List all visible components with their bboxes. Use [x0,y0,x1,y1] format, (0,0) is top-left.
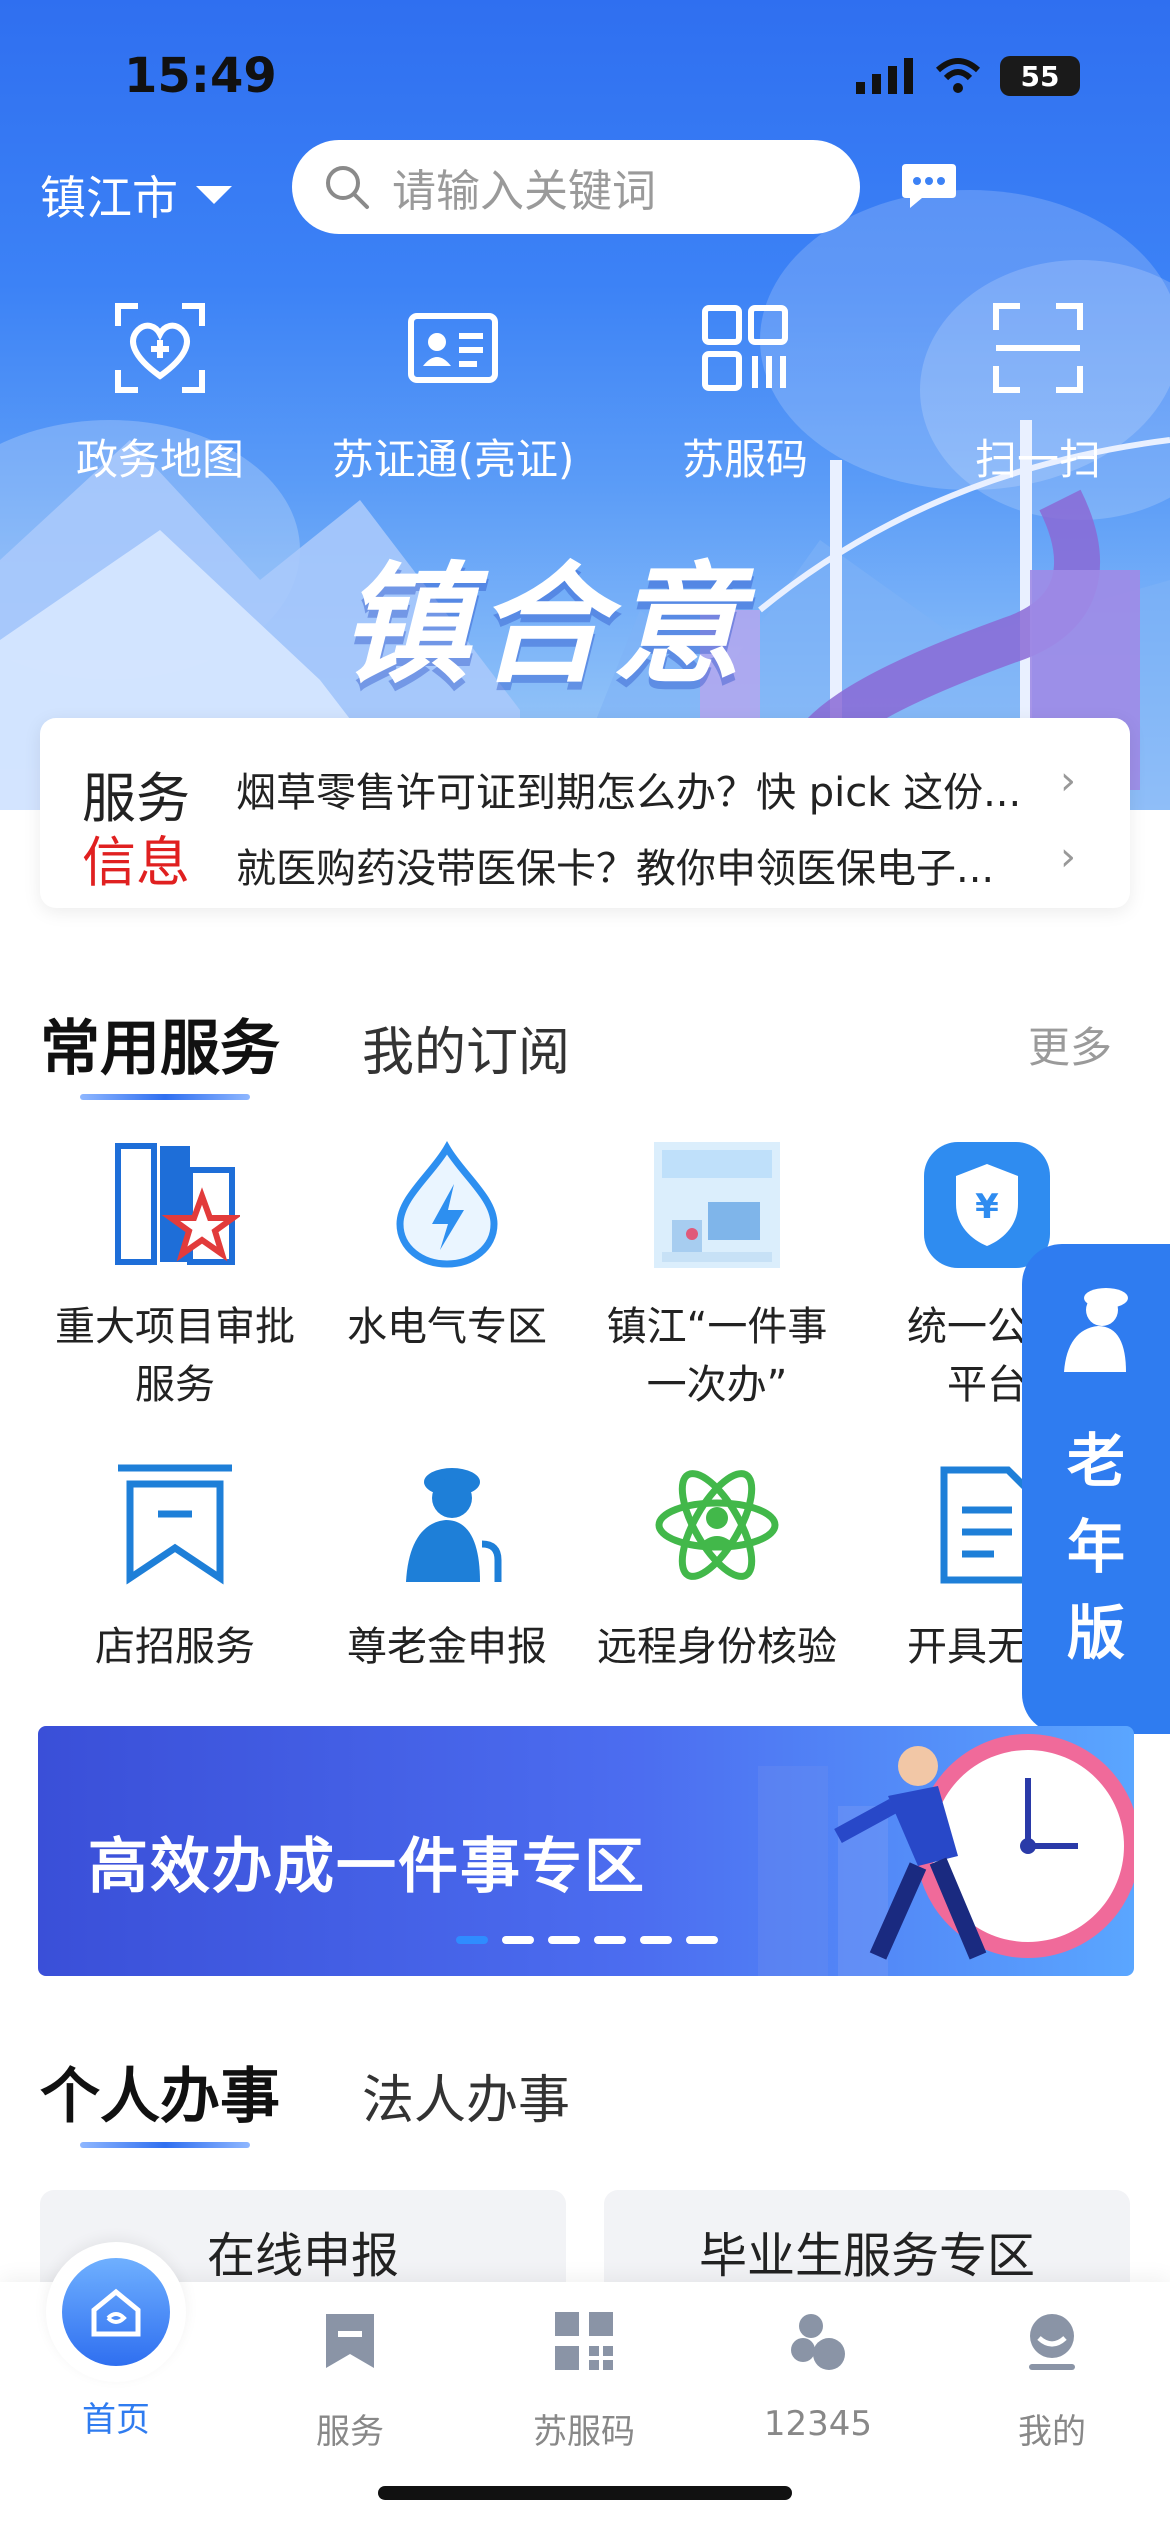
nav-home[interactable] [62,2258,170,2366]
nav-label: 12345 [763,2404,873,2444]
service-item-utilities[interactable]: 水电气专区 [312,1140,582,1356]
service-label: 重大项目审批 服务 [55,1304,295,1408]
pagination-dot[interactable] [686,1936,718,1944]
service-label: 尊老金申报 [347,1624,547,1670]
city-selector[interactable]: 镇江市 [40,162,232,228]
qr-code-icon [555,2312,613,2370]
pagination-dot[interactable] [456,1936,488,1944]
nav-label: 我的 [1018,2412,1086,2452]
elder-mode-button[interactable]: 老 年 版 [1022,1244,1170,1734]
tab-my-subscriptions[interactable]: 我的订阅 [362,1010,570,1085]
service-item-major-project[interactable]: 重大项目审批 服务 [40,1140,310,1414]
service-label: 水电气专区 [347,1304,547,1350]
hero-banner: 15:49 55 镇江市 请输入关键词 政务地图 苏证通(亮证) 苏服码 扫一扫… [0,0,1170,810]
quick-action-map[interactable]: 政务地图 [30,300,290,487]
service-item-elder-allowance[interactable]: 尊老金申报 [312,1460,582,1676]
pagination-dot[interactable] [594,1936,626,1944]
nav-item-service[interactable]: 服务 [250,2310,450,2452]
pagination-dot[interactable] [640,1936,672,1944]
nav-item-12345[interactable]: 12345 [718,2310,918,2444]
profile-icon [1029,2314,1075,2370]
nav-label: 苏服码 [533,2412,635,2452]
pagination-dot[interactable] [548,1936,580,1944]
home-icon [91,2288,141,2337]
promo-banner[interactable]: 高效办成一件事专区 [38,1726,1134,1976]
tab-common-services[interactable]: 常用服务 [40,1000,280,1087]
nav-label: 服务 [316,2412,384,2452]
building-star-icon [115,1143,240,1265]
search-bar[interactable]: 请输入关键词 [292,140,860,234]
tab-underline [80,2142,250,2148]
notice-item[interactable]: 烟草零售许可证到期怎么办？快 pick 这份... [236,760,1066,818]
tab-underline [80,1094,250,1100]
elder-icon [406,1468,502,1582]
banner-title: 高效办成一件事专区 [88,1832,646,1902]
notice-title-line2: 信息 [82,831,190,894]
service-label: 店招服务 [95,1624,255,1670]
tab-legal-affairs[interactable]: 法人办事 [362,2058,570,2133]
chevron-down-icon [196,186,232,204]
city-label: 镇江市 [40,171,178,225]
svg-text:¥: ¥ [975,1187,999,1227]
home-indicator [378,2486,792,2500]
quick-action-scan[interactable]: 扫一扫 [908,300,1168,487]
chevron-right-icon: › [1060,758,1076,804]
service-label: 远程身份核验 [597,1624,837,1670]
elder-mode-char: 年 [1066,1513,1125,1581]
hotline-icon [791,2314,845,2370]
banner-pagination [456,1936,718,1944]
notice-item[interactable]: 就医购药没带医保卡？教你申领医保电子... [236,836,1066,894]
nav-label: 首页 [82,2400,150,2440]
elder-icon [1064,1288,1128,1372]
elder-mode-char: 老 [1066,1427,1125,1495]
message-icon[interactable] [900,160,958,212]
pagination-dot[interactable] [502,1936,534,1944]
heart-location-icon [115,303,205,393]
service-item-one-thing[interactable]: 镇江“一件事 一次办” [582,1140,852,1414]
card-title: 毕业生服务专区 [698,2228,1035,2284]
search-placeholder: 请输入关键词 [392,166,656,217]
status-time: 15:49 [124,48,277,104]
wifi-icon [935,58,981,93]
more-link[interactable]: 更多 [1028,1014,1112,1075]
nav-item-qr[interactable]: 苏服码 [484,2310,684,2452]
yuan-shield-icon: ¥ [924,1142,1050,1268]
battery-indicator: 55 [1000,56,1080,96]
nav-item-profile[interactable]: 我的 [952,2310,1152,2452]
hero-slogan: 镇合意 [340,548,749,701]
tab-personal-affairs[interactable]: 个人办事 [40,2048,280,2135]
one-thing-image [654,1142,780,1268]
service-icon [326,2314,374,2368]
elder-mode-char: 版 [1066,1599,1125,1667]
atom-person-icon [655,1470,779,1580]
utility-drop-icon [396,1141,498,1268]
signal-icon [856,58,913,94]
id-card-icon [408,313,498,383]
status-icons: 55 [856,56,1080,96]
scan-icon [993,303,1083,393]
service-item-store-sign[interactable]: 店招服务 [40,1460,310,1676]
qr-code-icon [702,305,788,391]
quick-action-label: 苏服码 [681,435,808,484]
chevron-right-icon: › [1060,834,1076,880]
service-label: 镇江“一件事 一次办” [606,1304,828,1408]
quick-action-id-card[interactable]: 苏证通(亮证) [323,300,583,487]
service-info-card: 服务 信息 烟草零售许可证到期怎么办？快 pick 这份... › 就医购药没带… [40,718,1130,908]
quick-action-label: 扫一扫 [974,435,1101,484]
quick-action-qr[interactable]: 苏服码 [615,300,875,487]
quick-action-label: 政务地图 [75,435,244,484]
service-item-remote-id[interactable]: 远程身份核验 [582,1460,852,1676]
bookmark-icon [118,1464,232,1585]
quick-action-label: 苏证通(亮证) [331,435,575,484]
search-icon [326,166,369,209]
